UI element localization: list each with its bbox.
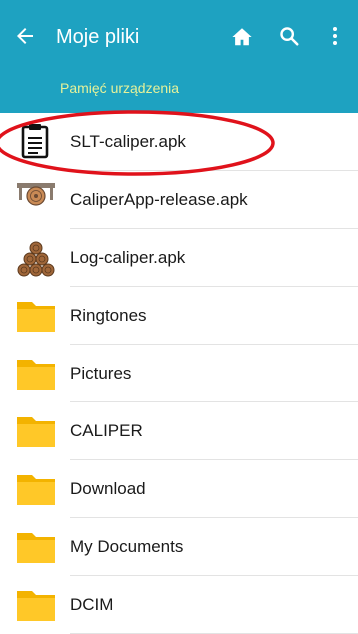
- folder-icon: [17, 301, 55, 332]
- folder-name: Pictures: [70, 363, 132, 383]
- folder-icon: [17, 417, 55, 448]
- file-name: Log-caliper.apk: [70, 247, 186, 267]
- folder-icon: [17, 591, 55, 622]
- folder-icon: [17, 533, 55, 564]
- list-item[interactable]: SLT-caliper.apk: [0, 113, 358, 171]
- search-icon[interactable]: [278, 25, 300, 47]
- list-item[interactable]: CaliperApp-release.apk: [0, 171, 358, 229]
- folder-name: My Documents: [70, 537, 184, 557]
- app-bar: Moje pliki Pamięć urządzenia: [0, 0, 358, 113]
- home-icon[interactable]: [231, 26, 253, 48]
- clipboard-app-icon: [21, 124, 49, 159]
- list-item[interactable]: DCIM: [0, 576, 358, 634]
- folder-icon: [17, 359, 55, 390]
- log-pile-app-icon: [17, 241, 55, 277]
- file-list: SLT-caliper.apk CaliperApp-release.apk L…: [0, 113, 358, 634]
- list-item[interactable]: CALIPER: [0, 402, 358, 461]
- back-arrow-icon[interactable]: [13, 24, 37, 48]
- list-item[interactable]: My Documents: [0, 518, 358, 577]
- caliper-app-icon: [17, 182, 55, 206]
- toolbar: Moje pliki: [0, 0, 358, 80]
- page-title: Moje pliki: [56, 26, 140, 48]
- list-item[interactable]: Ringtones: [0, 287, 358, 345]
- folder-name: Download: [70, 479, 146, 499]
- folder-name: DCIM: [70, 595, 114, 615]
- breadcrumb[interactable]: Pamięć urządzenia: [60, 80, 179, 96]
- list-item[interactable]: Pictures: [0, 345, 358, 403]
- list-item[interactable]: Download: [0, 460, 358, 519]
- more-vert-icon[interactable]: [328, 24, 342, 48]
- file-name: SLT-caliper.apk: [70, 132, 186, 151]
- list-item[interactable]: Log-caliper.apk: [0, 229, 358, 287]
- folder-icon: [17, 475, 55, 506]
- folder-name: CALIPER: [70, 421, 143, 441]
- file-name: CaliperApp-release.apk: [70, 189, 248, 209]
- folder-name: Ringtones: [70, 305, 147, 325]
